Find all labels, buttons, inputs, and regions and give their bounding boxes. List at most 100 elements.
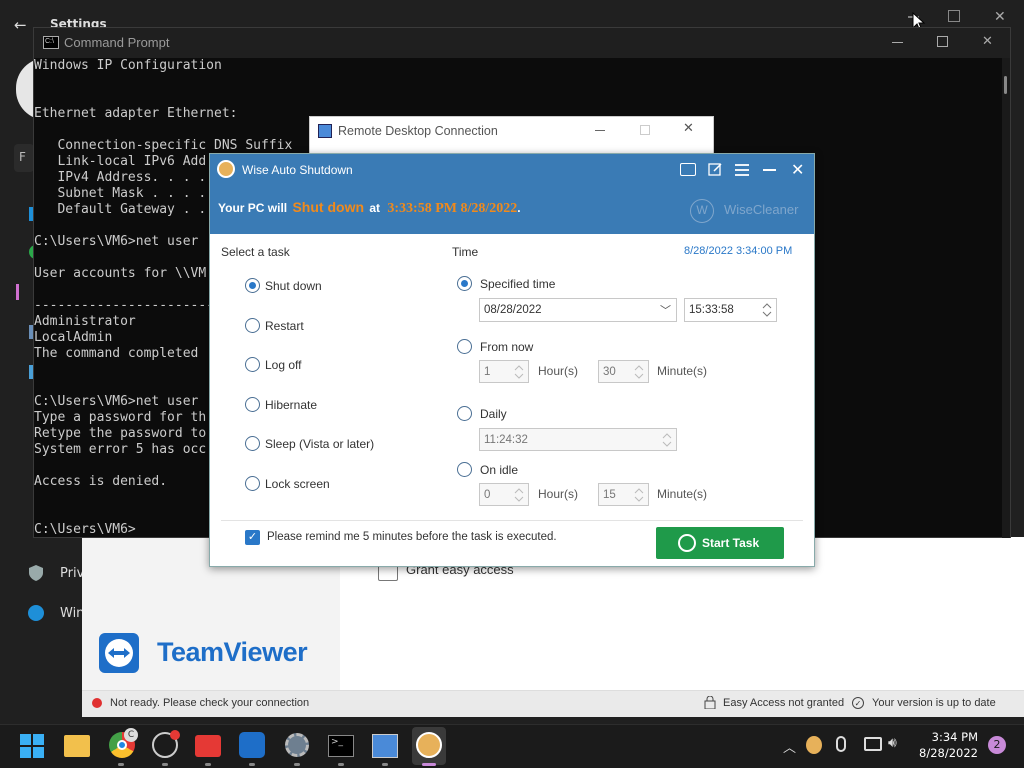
daily-spinner-icon[interactable]: [661, 430, 673, 450]
from-now-label[interactable]: From now: [480, 340, 533, 354]
microphone-icon[interactable]: [836, 736, 846, 752]
terminal-icon[interactable]: >_: [328, 735, 354, 757]
on-idle-minutes[interactable]: 15: [598, 483, 649, 506]
radio-from-now[interactable]: [457, 339, 472, 354]
wisecleaner-logo-icon: W: [690, 199, 714, 223]
radio-shut-down[interactable]: [245, 278, 260, 293]
lock-icon: [704, 696, 716, 709]
idle-minutes-spinner-icon[interactable]: [633, 485, 645, 505]
banner-text: Your PC will Shut down at 3:33:58 PM 8/2…: [218, 199, 521, 216]
time-spinner-icon[interactable]: [761, 300, 773, 320]
daily-label[interactable]: Daily: [480, 407, 507, 421]
cmd-minimize-icon[interactable]: [892, 42, 903, 43]
status-text: Not ready. Please check your connection: [110, 697, 310, 709]
cmd-title: Command Prompt: [64, 35, 170, 50]
specified-time-label[interactable]: Specified time: [480, 277, 555, 291]
tray-wise-icon[interactable]: [806, 736, 822, 754]
radio-lock-screen[interactable]: [245, 476, 260, 491]
remind-checkbox[interactable]: ✓: [245, 530, 260, 545]
shield-icon: [29, 565, 43, 581]
from-now-minutes[interactable]: 30: [598, 360, 649, 383]
hours-spinner-icon[interactable]: [513, 362, 525, 382]
notification-badge[interactable]: 2: [988, 736, 1006, 754]
teamviewer-taskbar-icon[interactable]: [239, 732, 265, 758]
menu-icon[interactable]: [735, 163, 749, 176]
idle-hours-spinner-icon[interactable]: [513, 485, 525, 505]
edit-icon[interactable]: [708, 162, 723, 177]
date-select[interactable]: 08/28/2022 ﹀: [479, 298, 677, 322]
sidebar-item-windows-update[interactable]: Win: [60, 606, 84, 621]
file-explorer-icon[interactable]: [64, 735, 90, 757]
from-now-hours-label: Hour(s): [538, 364, 579, 378]
task-label-log-off[interactable]: Log off: [265, 358, 301, 372]
from-now-minutes-label: Minute(s): [657, 364, 708, 378]
volume-icon[interactable]: 🔊︎: [888, 735, 897, 751]
minutes-spinner-icon[interactable]: [633, 362, 645, 382]
radio-log-off[interactable]: [245, 357, 260, 372]
task-label-lock-screen[interactable]: Lock screen: [265, 477, 330, 491]
restore-icon[interactable]: [948, 10, 960, 22]
cmd-maximize-icon[interactable]: [937, 36, 948, 47]
remind-label[interactable]: Please remind me 5 minutes before the ta…: [267, 531, 557, 543]
active-indicator: [422, 763, 436, 766]
radio-restart[interactable]: [245, 318, 260, 333]
cmd-icon: C:\: [43, 36, 59, 49]
running-indicator: [118, 763, 124, 766]
cmd-scrollbar[interactable]: [1002, 58, 1010, 538]
clock-date[interactable]: 8/28/2022: [916, 746, 978, 760]
cmd-close-icon[interactable]: ✕: [982, 33, 993, 49]
settings-gear-icon[interactable]: [285, 733, 309, 757]
radio-specified-time[interactable]: [457, 276, 472, 291]
start-icon[interactable]: [20, 734, 44, 758]
chrome-center-icon: [117, 740, 127, 750]
search-box[interactable]: F: [14, 144, 34, 172]
daily-time-field[interactable]: 11:24:32: [479, 428, 677, 451]
wise-title: Wise Auto Shutdown: [242, 163, 353, 177]
alarm-clock-icon: [678, 534, 696, 552]
running-indicator: [338, 763, 344, 766]
clock-time[interactable]: 3:34 PM: [930, 730, 978, 744]
cmd-titlebar[interactable]: C:\ Command Prompt ✕: [34, 28, 1010, 58]
rdc-minimize-icon[interactable]: [595, 130, 605, 131]
wise-minimize-icon[interactable]: [763, 169, 776, 171]
from-now-hours[interactable]: 1: [479, 360, 529, 383]
on-idle-label[interactable]: On idle: [480, 463, 518, 477]
remote-desktop-window[interactable]: Remote Desktop Connection ✕: [309, 116, 714, 156]
cmd-line: [34, 90, 1000, 106]
radio-hibernate[interactable]: [245, 397, 260, 412]
banner-datetime: 3:33:58 PM 8/28/2022: [387, 201, 518, 216]
easy-access-text: Easy Access not granted: [723, 697, 845, 709]
running-indicator: [382, 763, 388, 766]
cmd-scroll-thumb[interactable]: [1004, 76, 1007, 94]
chevron-up-icon[interactable]: ︿: [783, 737, 796, 756]
radio-daily[interactable]: [457, 406, 472, 421]
wise-shutdown-taskbar-icon[interactable]: [416, 732, 442, 758]
selected-indicator: [16, 284, 19, 300]
version-text: Your version is up to date: [872, 697, 996, 709]
back-arrow-icon[interactable]: ←: [14, 16, 27, 34]
specified-time-field[interactable]: 15:33:58: [684, 298, 777, 322]
check-circle-icon: ✓: [852, 697, 864, 709]
running-indicator: [162, 763, 168, 766]
sidebar-item-privacy[interactable]: Priv: [60, 566, 84, 581]
wise-banner: Your PC will Shut down at 3:33:58 PM 8/2…: [210, 186, 814, 234]
rdc-maximize-icon[interactable]: [640, 125, 650, 135]
feedback-icon[interactable]: [680, 163, 696, 176]
remote-desktop-icon[interactable]: [372, 734, 398, 758]
rdc-close-icon[interactable]: ✕: [683, 121, 694, 136]
task-label-restart[interactable]: Restart: [265, 319, 304, 333]
radio-on-idle[interactable]: [457, 462, 472, 477]
task-label-shut-down[interactable]: Shut down: [265, 279, 322, 293]
radio-sleep[interactable]: [245, 436, 260, 451]
task-label-sleep[interactable]: Sleep (Vista or later): [265, 437, 374, 451]
anydesk-icon[interactable]: [195, 735, 221, 757]
task-label-hibernate[interactable]: Hibernate: [265, 398, 317, 412]
rdc-title: Remote Desktop Connection: [338, 124, 498, 138]
notification-dot: [170, 730, 180, 740]
close-icon[interactable]: ✕: [994, 9, 1006, 25]
wise-titlebar[interactable]: Wise Auto Shutdown ✕: [210, 154, 814, 186]
start-task-button[interactable]: Start Task: [656, 527, 784, 559]
network-icon[interactable]: [864, 737, 882, 751]
wise-close-icon[interactable]: ✕: [791, 160, 804, 180]
on-idle-hours[interactable]: 0: [479, 483, 529, 506]
